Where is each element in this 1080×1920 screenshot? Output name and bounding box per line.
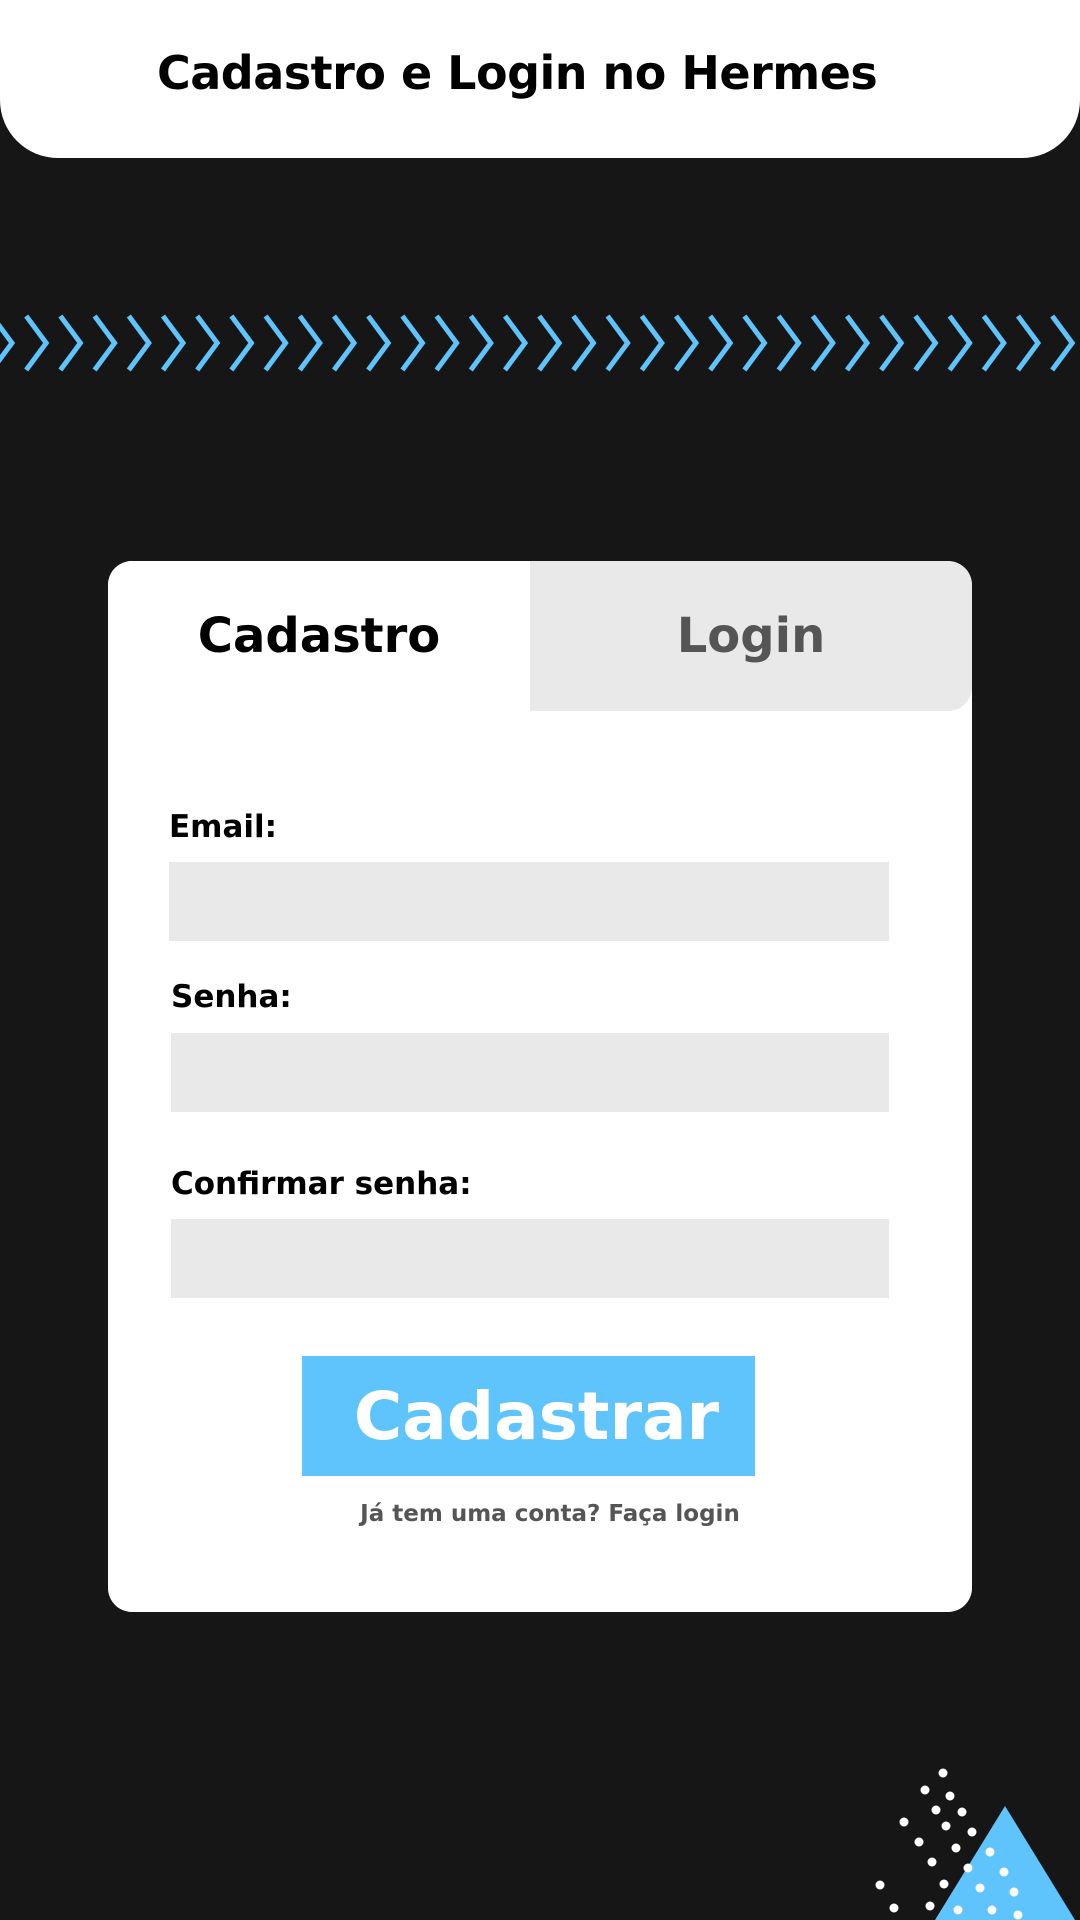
chevron-right-icon — [366, 314, 392, 372]
chevron-right-icon — [913, 314, 939, 372]
chevron-right-icon — [537, 314, 563, 372]
email-label: Email: — [169, 809, 278, 845]
register-button[interactable]: Cadastrar — [302, 1356, 755, 1476]
chevron-band-icon — [0, 314, 1076, 372]
chevron-right-icon — [468, 314, 494, 372]
chevron-right-icon — [331, 314, 358, 372]
tab-login-label: Login — [676, 608, 826, 664]
chevron-right-icon — [126, 314, 152, 372]
chevron-right-icon — [160, 314, 187, 372]
chevron-right-icon — [810, 314, 836, 372]
chevron-right-icon — [844, 314, 871, 372]
chevron-right-icon — [263, 314, 289, 372]
password-label: Senha: — [171, 979, 292, 1015]
chevron-right-icon — [24, 314, 50, 372]
triangle-dots-icon — [875, 1768, 1075, 1920]
chevron-right-icon — [0, 322, 16, 364]
chevron-right-icon — [947, 314, 973, 372]
email-field[interactable] — [169, 862, 889, 941]
chevron-right-icon — [434, 314, 460, 372]
tab-cadastro[interactable]: Cadastro — [108, 561, 530, 711]
chevron-right-icon — [879, 314, 905, 372]
confirm-password-field[interactable] — [171, 1219, 889, 1298]
chevron-right-icon — [776, 314, 802, 372]
chevron-right-icon — [58, 314, 84, 372]
chevron-right-icon — [195, 314, 221, 372]
chevron-right-icon — [297, 314, 323, 372]
confirm-password-label: Confirmar senha: — [171, 1166, 472, 1202]
login-link[interactable]: Já tem uma conta? Faça login — [108, 1501, 972, 1527]
header-bar: Cadastro e Login no Hermes — [0, 0, 1080, 158]
chevron-right-icon — [605, 314, 631, 372]
chevron-right-icon — [571, 314, 597, 372]
tab-login[interactable]: Login — [530, 561, 972, 711]
chevron-right-icon — [639, 314, 665, 372]
chevron-right-icon — [1050, 314, 1076, 372]
chevron-right-icon — [92, 314, 118, 372]
chevron-right-icon — [502, 314, 529, 372]
tab-cadastro-label: Cadastro — [197, 608, 441, 664]
chevron-right-icon — [673, 314, 700, 372]
chevron-right-icon — [708, 314, 734, 372]
chevron-right-icon — [981, 314, 1007, 372]
auth-card: Cadastro Login Email: Senha: Confirmar s… — [108, 561, 972, 1612]
chevron-right-icon — [400, 314, 426, 372]
page-title: Cadastro e Login no Hermes — [157, 46, 878, 100]
password-field[interactable] — [171, 1033, 889, 1112]
chevron-right-icon — [742, 314, 768, 372]
chevron-right-icon — [229, 314, 255, 372]
chevron-right-icon — [1015, 314, 1042, 372]
